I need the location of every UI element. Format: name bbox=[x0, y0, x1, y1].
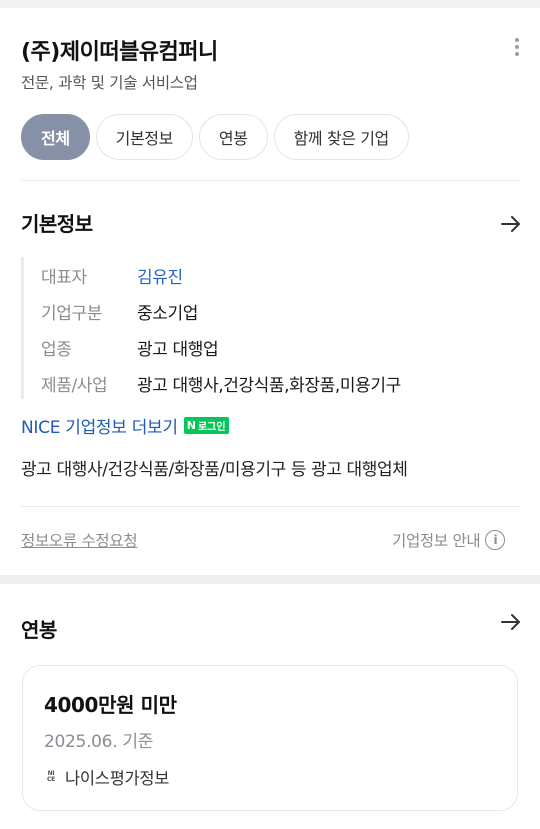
login-badge-label: 로그인 bbox=[197, 422, 226, 433]
salary-source: NI CE 나이스평가정보 bbox=[44, 765, 169, 789]
tab-all[interactable]: 전체 bbox=[21, 114, 90, 160]
salary-source-label: 나이스평가정보 bbox=[65, 769, 170, 788]
info-value: 광고 대행업 bbox=[137, 340, 219, 360]
salary-title: 연봉 bbox=[21, 618, 57, 642]
guide-label: 기업정보 안내 bbox=[392, 532, 481, 550]
report-error-link[interactable]: 정보오류 수정요청 bbox=[21, 529, 138, 551]
info-row-business-type: 업종 광고 대행업 bbox=[41, 329, 219, 366]
tab-basic-info[interactable]: 기본정보 bbox=[95, 114, 193, 160]
more-vertical-icon[interactable] bbox=[510, 36, 524, 58]
info-row-company-type: 기업구분 중소기업 bbox=[41, 293, 198, 330]
info-row-products: 제품/사업 광고 대행사,건강식품,화장품,미용기구 bbox=[41, 365, 401, 402]
nice-info-more-link[interactable]: NICE 기업정보 더보기 N 로그인 bbox=[21, 413, 229, 438]
company-name: (주)제이떠블유컴퍼니 bbox=[21, 40, 218, 65]
salary-amount: 4000만원 미만 bbox=[44, 693, 177, 717]
info-row-ceo: 대표자 김유진 bbox=[41, 257, 183, 294]
company-info-guide[interactable]: 기업정보 안내 i bbox=[392, 529, 506, 551]
section-separator bbox=[0, 575, 540, 584]
tab-salary[interactable]: 연봉 bbox=[198, 114, 268, 160]
info-label: 대표자 bbox=[41, 268, 87, 288]
divider bbox=[21, 506, 520, 507]
tab-bar: 전체 기본정보 연봉 함께 찾은 기업 bbox=[21, 114, 409, 160]
ceo-name-link[interactable]: 김유진 bbox=[137, 263, 183, 288]
company-description: 광고 대행사/건강식품/화장품/미용기구 등 광고 대행업체 bbox=[21, 460, 408, 480]
company-industry: 전문, 과학 및 기술 서비스업 bbox=[21, 74, 198, 92]
info-label: 업종 bbox=[41, 340, 72, 360]
info-label: 기업구분 bbox=[41, 304, 102, 324]
info-label: 제품/사업 bbox=[41, 376, 108, 396]
top-strip bbox=[0, 0, 540, 8]
info-circle-icon: i bbox=[485, 530, 506, 550]
basic-info-list: 대표자 김유진 기업구분 중소기업 업종 광고 대행업 제품/사업 광고 대행사… bbox=[21, 257, 521, 399]
info-value: 광고 대행사,건강식품,화장품,미용기구 bbox=[137, 376, 401, 396]
naver-login-badge[interactable]: N 로그인 bbox=[183, 417, 229, 434]
divider bbox=[21, 180, 520, 181]
info-value: 중소기업 bbox=[137, 304, 198, 324]
salary-card[interactable]: 4000만원 미만 2025.06. 기준 NI CE 나이스평가정보 bbox=[22, 665, 518, 811]
basic-info-title: 기본정보 bbox=[21, 212, 93, 236]
arrow-right-icon[interactable] bbox=[498, 609, 524, 635]
salary-date: 2025.06. 기준 bbox=[44, 732, 154, 752]
nice-link-text: NICE 기업정보 더보기 bbox=[21, 418, 178, 438]
naver-logo-icon: N bbox=[186, 419, 196, 432]
arrow-right-icon[interactable] bbox=[498, 211, 524, 237]
tab-related-companies[interactable]: 함께 찾은 기업 bbox=[273, 114, 409, 160]
nice-logo-icon: NI CE bbox=[47, 770, 55, 783]
